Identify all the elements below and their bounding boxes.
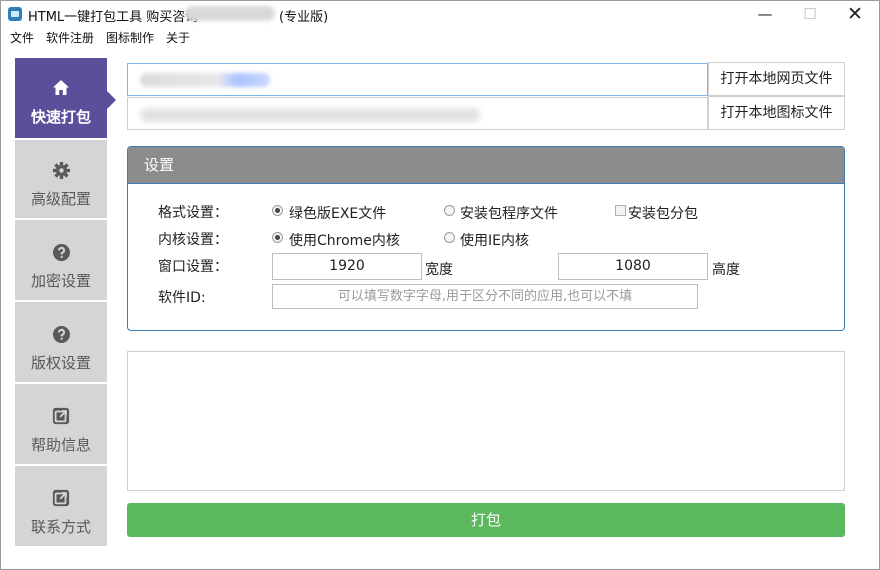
home-icon [51, 78, 71, 98]
software-id-input[interactable]: 可以填写数字字母,用于区分不同的应用,也可以不填 [272, 284, 698, 309]
format-green-exe-label[interactable]: 绿色版EXE文件 [289, 203, 386, 223]
maximize-button[interactable]: ☐ [787, 1, 833, 27]
sidebar-item-help[interactable]: 帮助信息 [15, 386, 107, 466]
window-width-input[interactable]: 1920 [272, 253, 422, 280]
share-icon [51, 406, 71, 426]
minimize-button[interactable]: — [742, 1, 788, 27]
redacted-path [140, 108, 480, 122]
share-icon [51, 488, 71, 508]
output-log-area[interactable] [127, 351, 845, 491]
menu-icon-maker[interactable]: 图标制作 [106, 29, 154, 46]
redacted-path [140, 73, 270, 87]
height-unit-label: 高度 [712, 262, 740, 278]
close-button[interactable]: ✕ [832, 1, 878, 27]
app-icon [8, 7, 22, 21]
settings-header: 设置 [128, 147, 844, 184]
edition-label: (专业版) [279, 10, 329, 25]
sidebar: 快速打包 高级配置 加密设置 版权设置 帮助信息 联系方式 [15, 58, 107, 548]
sidebar-item-contact[interactable]: 联系方式 [15, 468, 107, 548]
question-icon [51, 324, 71, 344]
kernel-chrome-label[interactable]: 使用Chrome内核 [289, 230, 400, 250]
window-title: HTML一键打包工具 购买咨询 [28, 10, 199, 25]
menu-register[interactable]: 软件注册 [46, 29, 94, 46]
sidebar-item-copyright[interactable]: 版权设置 [15, 304, 107, 384]
sidebar-item-label: 联系方式 [30, 518, 91, 536]
split-package-checkbox[interactable] [615, 205, 626, 216]
gear-icon [51, 160, 71, 180]
open-web-file-button[interactable]: 打开本地网页文件 [708, 62, 845, 96]
pack-button[interactable]: 打包 [127, 503, 845, 537]
sidebar-item-advanced[interactable]: 高级配置 [15, 140, 107, 220]
redacted-contact [185, 6, 275, 21]
kernel-ie-label[interactable]: 使用IE内核 [460, 230, 529, 250]
format-label: 格式设置： [158, 205, 228, 221]
sidebar-item-encryption[interactable]: 加密设置 [15, 222, 107, 302]
kernel-chrome-radio[interactable] [272, 232, 283, 243]
format-installer-label[interactable]: 安装包程序文件 [460, 203, 558, 223]
window-height-input[interactable]: 1080 [558, 253, 708, 280]
split-package-label[interactable]: 安装包分包 [628, 203, 698, 223]
question-icon [51, 242, 71, 262]
active-indicator-arrow [107, 91, 116, 109]
web-file-path-input[interactable] [127, 63, 708, 96]
sidebar-item-label: 版权设置 [30, 354, 91, 372]
app-window: HTML一键打包工具 购买咨询 (专业版) — ☐ ✕ 文件 软件注册 图标制作… [0, 0, 880, 570]
sidebar-item-label: 加密设置 [30, 272, 91, 290]
kernel-ie-radio[interactable] [444, 232, 455, 243]
software-id-label: 软件ID: [158, 290, 206, 306]
sidebar-item-label: 快速打包 [30, 108, 91, 126]
menu-bar: 文件 软件注册 图标制作 关于 [1, 27, 879, 47]
menu-about[interactable]: 关于 [166, 29, 190, 46]
kernel-label: 内核设置： [158, 232, 228, 248]
sidebar-item-label: 高级配置 [30, 190, 91, 208]
sidebar-item-quick-pack[interactable]: 快速打包 [15, 58, 107, 140]
width-unit-label: 宽度 [425, 262, 453, 278]
menu-file[interactable]: 文件 [10, 29, 34, 46]
format-green-exe-radio[interactable] [272, 205, 283, 216]
open-icon-file-button[interactable]: 打开本地图标文件 [708, 96, 845, 130]
title-bar[interactable]: HTML一键打包工具 购买咨询 (专业版) — ☐ ✕ [1, 1, 879, 27]
icon-file-path-input[interactable] [127, 97, 708, 130]
window-size-label: 窗口设置： [158, 259, 228, 275]
format-installer-radio[interactable] [444, 205, 455, 216]
sidebar-item-label: 帮助信息 [30, 436, 91, 454]
